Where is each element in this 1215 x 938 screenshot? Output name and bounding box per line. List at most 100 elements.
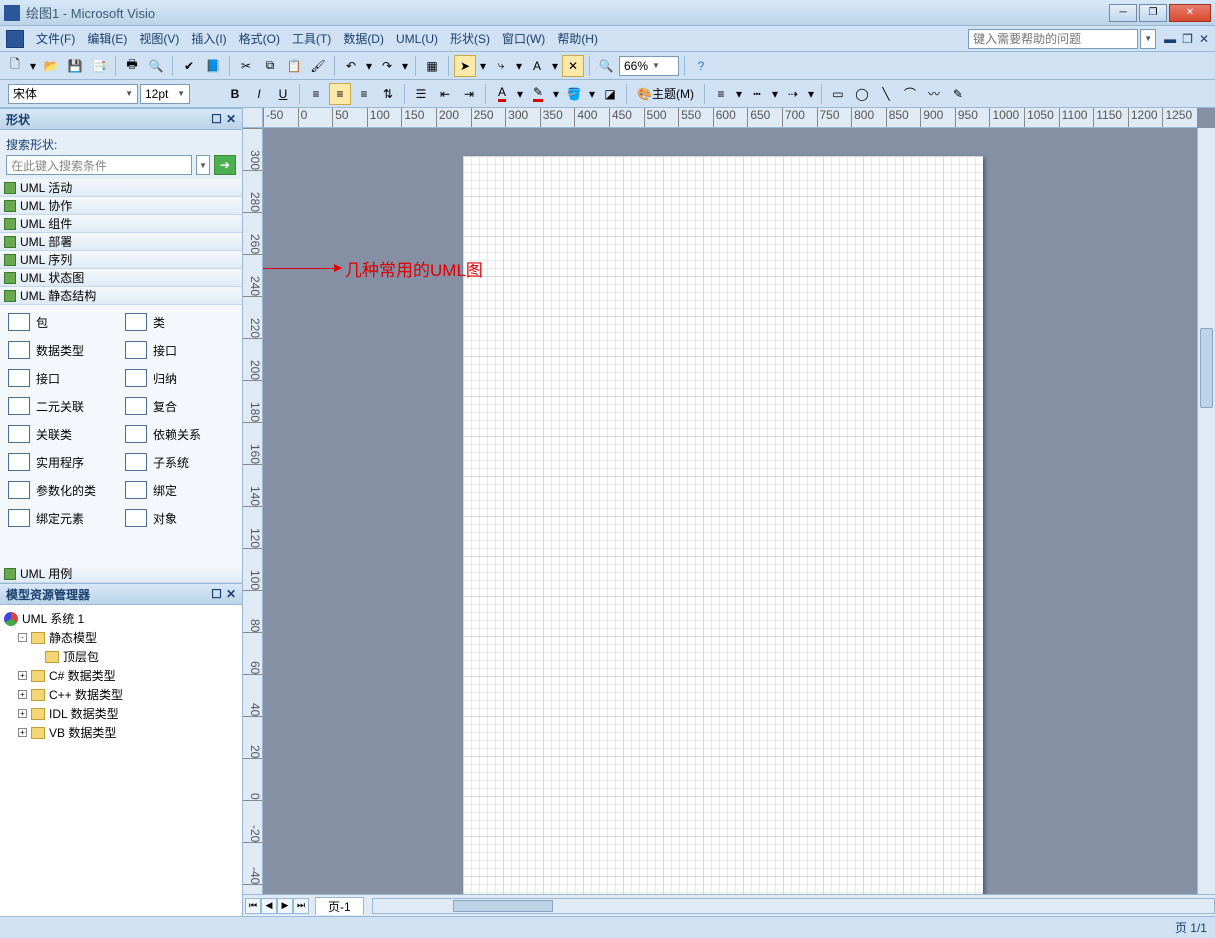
tree-expand-icon[interactable]: + [18, 690, 27, 699]
shape-item[interactable]: 复合 [123, 395, 236, 417]
align-right-button[interactable]: ≡ [353, 83, 375, 105]
pointer-tool-button[interactable]: ➤ [454, 55, 476, 77]
minimize-button[interactable]: ─ [1109, 4, 1137, 22]
pointer-dropdown[interactable]: ▾ [478, 55, 488, 77]
maximize-button[interactable]: ❐ [1139, 4, 1167, 22]
font-size-combo[interactable]: 12pt▼ [140, 84, 190, 104]
redo-dropdown[interactable]: ▾ [400, 55, 410, 77]
align-center-button[interactable]: ≡ [329, 83, 351, 105]
shape-item[interactable]: 二元关联 [6, 395, 119, 417]
menu-item[interactable]: 窗口(W) [496, 29, 551, 49]
bullets-button[interactable]: ☰ [410, 83, 432, 105]
italic-button[interactable]: I [248, 83, 270, 105]
copy-button[interactable]: ⧉ [259, 55, 281, 77]
canvas[interactable]: 几种常用的UML图 [263, 128, 1197, 894]
line-weight-dropdown[interactable]: ▾ [734, 83, 744, 105]
shapes-panel-pin-button[interactable]: ☐ [211, 112, 222, 126]
shapes-panel-close-button[interactable]: ✕ [226, 112, 236, 126]
text-tool-button[interactable]: A [526, 55, 548, 77]
bold-button[interactable]: B [224, 83, 246, 105]
format-painter-button[interactable]: 🖌 [307, 55, 329, 77]
undo-dropdown[interactable]: ▾ [364, 55, 374, 77]
redo-button[interactable]: ↷ [376, 55, 398, 77]
mdi-close-button[interactable]: ✕ [1199, 32, 1209, 46]
model-panel-pin-button[interactable]: ☐ [211, 587, 222, 601]
stencil-row[interactable]: UML 部署 [0, 233, 242, 251]
drawing-page[interactable] [463, 156, 983, 894]
menu-item[interactable]: 文件(F) [30, 29, 81, 49]
search-go-button[interactable]: ➔ [214, 155, 236, 175]
stencil-row[interactable]: UML 组件 [0, 215, 242, 233]
ellipse-tool-button[interactable]: ◯ [851, 83, 873, 105]
font-combo[interactable]: 宋体▼ [8, 84, 138, 104]
menu-item[interactable]: 工具(T) [286, 29, 337, 49]
menu-item[interactable]: 帮助(H) [551, 29, 604, 49]
tree-item[interactable]: -静态模型 [4, 628, 238, 647]
mdi-minimize-button[interactable]: ▬ [1164, 32, 1176, 46]
cut-button[interactable]: ✂ [235, 55, 257, 77]
stencil-row-usecase[interactable]: UML 用例 [0, 565, 242, 583]
undo-button[interactable]: ↶ [340, 55, 362, 77]
shape-item[interactable]: 对象 [123, 507, 236, 529]
save-button[interactable]: 💾 [64, 55, 86, 77]
tree-item[interactable]: +IDL 数据类型 [4, 704, 238, 723]
align-vertical-button[interactable]: ⇅ [377, 83, 399, 105]
increase-indent-button[interactable]: ⇥ [458, 83, 480, 105]
tree-item[interactable]: 顶层包 [4, 647, 238, 666]
search-shapes-dropdown[interactable]: ▼ [196, 155, 210, 175]
vertical-scrollbar[interactable] [1197, 128, 1215, 894]
pencil-tool-button[interactable]: ✎ [947, 83, 969, 105]
search-shapes-input[interactable] [6, 155, 192, 175]
new-dropdown[interactable]: ▾ [28, 55, 38, 77]
shape-item[interactable]: 接口 [6, 367, 119, 389]
tree-item[interactable]: +C# 数据类型 [4, 666, 238, 685]
print2-button[interactable]: 🖶 [121, 55, 143, 77]
menu-item[interactable]: 插入(I) [185, 29, 232, 49]
line-tool-button[interactable]: ╲ [875, 83, 897, 105]
menu-item[interactable]: UML(U) [390, 29, 444, 49]
shape-item[interactable]: 数据类型 [6, 339, 119, 361]
line-color-dropdown[interactable]: ▾ [551, 83, 561, 105]
paste-button[interactable]: 📋 [283, 55, 305, 77]
help-button[interactable]: ? [690, 55, 712, 77]
first-page-button[interactable]: ⏮ [245, 898, 261, 914]
line-ends-dropdown[interactable]: ▾ [806, 83, 816, 105]
menu-item[interactable]: 形状(S) [444, 29, 496, 49]
shape-item[interactable]: 绑定元素 [6, 507, 119, 529]
tree-expand-icon[interactable]: + [18, 671, 27, 680]
shape-item[interactable]: 关联类 [6, 423, 119, 445]
stencil-row[interactable]: UML 状态图 [0, 269, 242, 287]
help-search-dropdown[interactable]: ▼ [1140, 29, 1156, 49]
font-color-dropdown[interactable]: ▾ [515, 83, 525, 105]
print-preview-button[interactable]: 🔍 [145, 55, 167, 77]
shape-item[interactable]: 子系统 [123, 451, 236, 473]
line-pattern-dropdown[interactable]: ▾ [770, 83, 780, 105]
decrease-indent-button[interactable]: ⇤ [434, 83, 456, 105]
shape-item[interactable]: 参数化的类 [6, 479, 119, 501]
shape-item[interactable]: 包 [6, 311, 119, 333]
text-dropdown[interactable]: ▾ [550, 55, 560, 77]
menu-item[interactable]: 格式(O) [233, 29, 286, 49]
tree-root[interactable]: UML 系统 1 [4, 609, 238, 628]
theme-button[interactable]: 🎨主题(M) [632, 83, 699, 105]
zoom-combo[interactable]: 66%▼ [619, 56, 679, 76]
visio-icon[interactable] [6, 30, 24, 48]
open-button[interactable]: 📂 [40, 55, 62, 77]
last-page-button[interactable]: ⏭ [293, 898, 309, 914]
stencil-row[interactable]: UML 序列 [0, 251, 242, 269]
tree-expand-icon[interactable]: + [18, 709, 27, 718]
page-tab-1[interactable]: 页-1 [315, 897, 364, 915]
freeform-tool-button[interactable]: 〰 [923, 83, 945, 105]
model-panel-close-button[interactable]: ✕ [226, 587, 236, 601]
stencil-row[interactable]: UML 活动 [0, 179, 242, 197]
line-weight-button[interactable]: ≡ [710, 83, 732, 105]
prev-page-button[interactable]: ◀ [261, 898, 277, 914]
arc-tool-button[interactable]: ⌒ [899, 83, 921, 105]
zoom-out-button[interactable]: 🔍 [595, 55, 617, 77]
research-button[interactable]: 📘 [202, 55, 224, 77]
next-page-button[interactable]: ▶ [277, 898, 293, 914]
shape-item[interactable]: 类 [123, 311, 236, 333]
close-button[interactable]: ✕ [1169, 4, 1211, 22]
mdi-restore-button[interactable]: ❐ [1182, 32, 1193, 46]
shape-item[interactable]: 实用程序 [6, 451, 119, 473]
